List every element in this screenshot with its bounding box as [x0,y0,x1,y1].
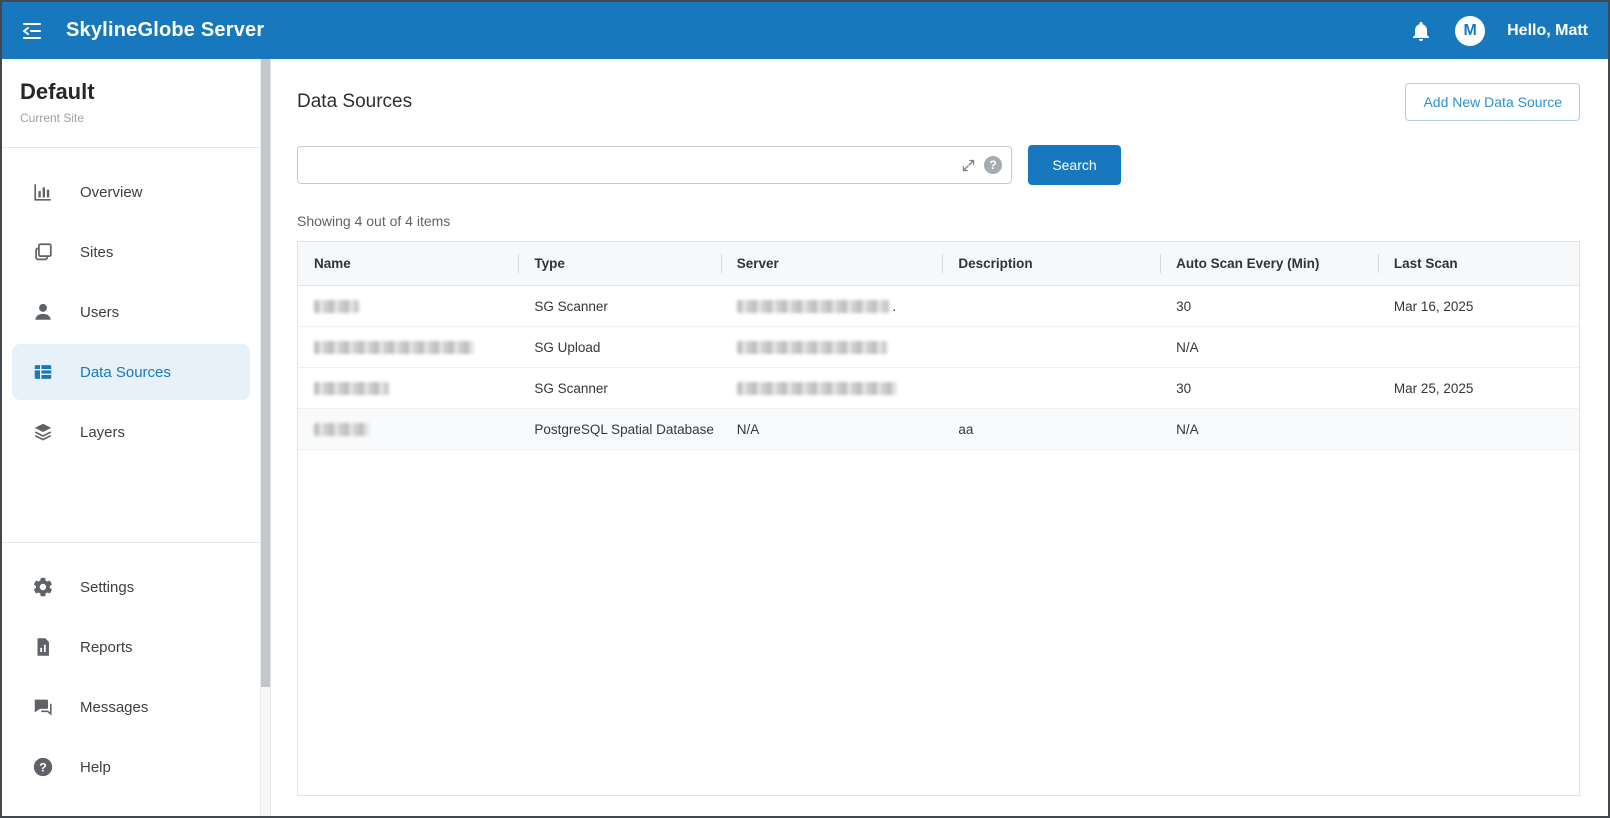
sidebar: Default Current Site Overview Sites Users D… [2,59,260,816]
sidebar-item-settings[interactable]: Settings [12,559,250,615]
sidebar-scrollbar-track[interactable] [260,59,271,816]
redacted-text [737,341,887,354]
table-row[interactable]: SG Scanner 30Mar 25, 2025 [298,368,1579,409]
sidebar-item-label: Overview [80,184,143,201]
table-cell: aa [942,409,1160,450]
table-cell: SG Upload [518,327,720,368]
top-bar: SkylineGlobe Server M Hello, Matt [2,2,1608,59]
sidebar-item-label: Sites [80,244,113,261]
redacted-text [737,300,889,313]
current-site-name: Default [20,79,242,105]
table-cell: Mar 16, 2025 [1378,286,1579,327]
table-cell: SG Scanner [518,286,720,327]
column-header: Auto Scan Every (Min) [1160,242,1378,286]
table-cell [298,368,518,409]
table-cell [942,327,1160,368]
table-cell: . [721,286,943,327]
sidebar-item-overview[interactable]: Overview [12,164,250,220]
help-icon: ? [32,756,54,778]
column-header: Name [298,242,518,286]
sidebar-nav-main: Overview Sites Users Data Sources Layers [2,160,260,464]
table-cell [721,327,943,368]
data-grid-icon [32,361,54,383]
column-header: Type [518,242,720,286]
table-header-row: NameTypeServerDescriptionAuto Scan Every… [298,242,1579,286]
sidebar-item-label: Reports [80,639,133,656]
table-row[interactable]: SG Scanner . 30Mar 16, 2025 [298,286,1579,327]
table-cell: SG Scanner [518,368,720,409]
column-header: Description [942,242,1160,286]
sidebar-item-label: Help [80,759,111,776]
sidebar-item-label: Users [80,304,119,321]
table-cell [1378,409,1579,450]
table-cell: 30 [1160,368,1378,409]
notifications-bell-icon[interactable] [1409,19,1433,43]
table-cell: PostgreSQL Spatial Database [518,409,720,450]
table-cell [942,286,1160,327]
sidebar-item-sites[interactable]: Sites [12,224,250,280]
redacted-text [314,300,359,313]
sidebar-item-label: Layers [80,424,125,441]
table-row[interactable]: SG Upload N/A [298,327,1579,368]
sidebar-item-messages[interactable]: Messages [12,679,250,735]
search-button[interactable]: Search [1028,145,1121,185]
data-sources-table: NameTypeServerDescriptionAuto Scan Every… [298,242,1579,450]
results-summary: Showing 4 out of 4 items [297,213,1580,229]
redacted-text [314,341,474,354]
table-cell: Mar 25, 2025 [1378,368,1579,409]
redacted-text [737,382,897,395]
table-cell [721,368,943,409]
page-title: Data Sources [297,91,412,113]
add-new-data-source-button[interactable]: Add New Data Source [1405,83,1580,121]
table-cell [942,368,1160,409]
table-cell [298,409,518,450]
app-window: SkylineGlobe Server M Hello, Matt Defaul… [0,0,1610,818]
sidebar-item-reports[interactable]: Reports [12,619,250,675]
search-input[interactable] [297,146,1012,184]
chart-icon [32,181,54,203]
menu-collapse-icon[interactable] [18,17,46,45]
app-title: SkylineGlobe Server [66,19,264,42]
sidebar-item-data-sources[interactable]: Data Sources [12,344,250,400]
column-header: Server [721,242,943,286]
sidebar-item-help[interactable]: ? Help [12,739,250,795]
table-cell [1378,327,1579,368]
messages-icon [32,696,54,718]
table-cell: N/A [1160,409,1378,450]
search-help-icon[interactable]: ? [984,156,1002,174]
current-site-subtitle: Current Site [20,111,242,125]
table-cell: N/A [1160,327,1378,368]
column-header: Last Scan [1378,242,1579,286]
report-icon [32,636,54,658]
redacted-text [314,382,389,395]
gear-icon [32,576,54,598]
layers-icon [32,421,54,443]
sidebar-nav-footer: Settings Reports Messages? Help [2,555,260,799]
table-cell [298,286,518,327]
main-content: Data Sources Add New Data Source ? [271,59,1608,816]
sidebar-item-label: Data Sources [80,364,171,381]
sidebar-item-label: Messages [80,699,148,716]
table-row[interactable]: PostgreSQL Spatial DatabaseN/AaaN/A [298,409,1579,450]
sidebar-item-layers[interactable]: Layers [12,404,250,460]
sidebar-scrollbar-thumb[interactable] [261,59,270,687]
sites-copy-icon [32,241,54,263]
table-cell: N/A [721,409,943,450]
data-sources-table-container: NameTypeServerDescriptionAuto Scan Every… [297,241,1580,796]
user-avatar[interactable]: M [1455,16,1485,46]
sidebar-item-label: Settings [80,579,134,596]
table-cell [298,327,518,368]
user-icon [32,301,54,323]
expand-search-icon[interactable] [961,158,976,173]
sidebar-divider [2,147,260,148]
search-box: ? [297,146,1012,184]
sidebar-item-users[interactable]: Users [12,284,250,340]
table-cell: 30 [1160,286,1378,327]
redacted-text [314,423,369,436]
user-greeting: Hello, Matt [1507,22,1588,40]
svg-text:?: ? [39,760,47,774]
sidebar-divider [2,542,260,543]
